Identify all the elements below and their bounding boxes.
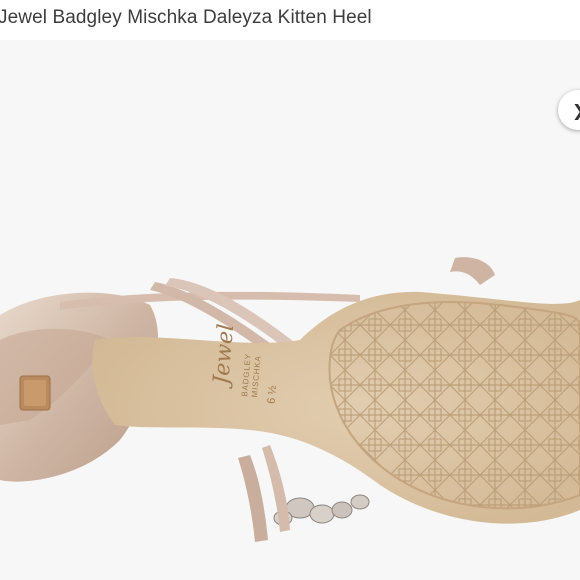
product-image[interactable]: Jewel BADGLEY MISCHKA 6 ½ ❯: [0, 40, 580, 580]
front-strap: [238, 455, 268, 542]
title-bar: Jewel Badgley Mischka Daleyza Kitten Hee…: [0, 0, 580, 40]
sole-pattern: [329, 301, 580, 509]
product-title: Jewel Badgley Mischka Daleyza Kitten Hee…: [0, 7, 372, 28]
shoe-illustration: Jewel BADGLEY MISCHKA 6 ½: [0, 257, 580, 542]
chevron-right-icon: ❯: [572, 101, 580, 120]
toe-strap: [450, 257, 495, 285]
product-page: Jewel Badgley Mischka Daleyza Kitten Hee…: [0, 0, 580, 580]
size-label: 6 ½: [266, 385, 280, 404]
